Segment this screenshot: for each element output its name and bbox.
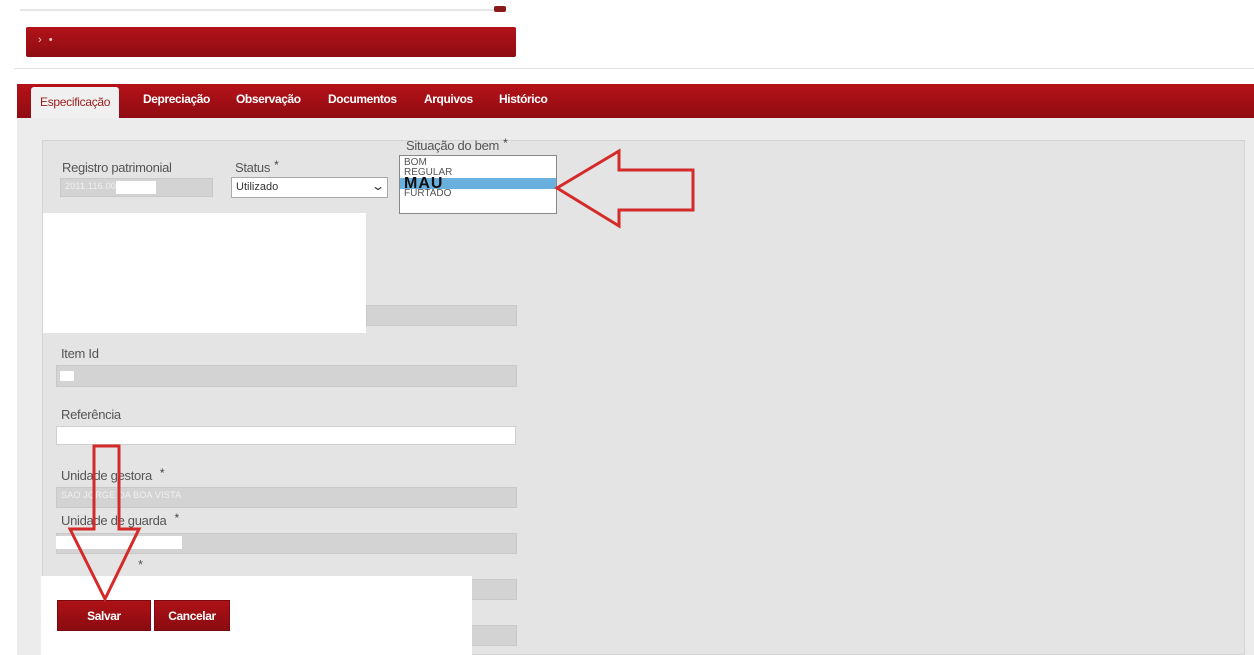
annotation-arrow-left-icon bbox=[554, 148, 695, 229]
annotation-arrow-down-icon bbox=[67, 444, 142, 603]
annotation-overlay bbox=[67, 148, 695, 603]
